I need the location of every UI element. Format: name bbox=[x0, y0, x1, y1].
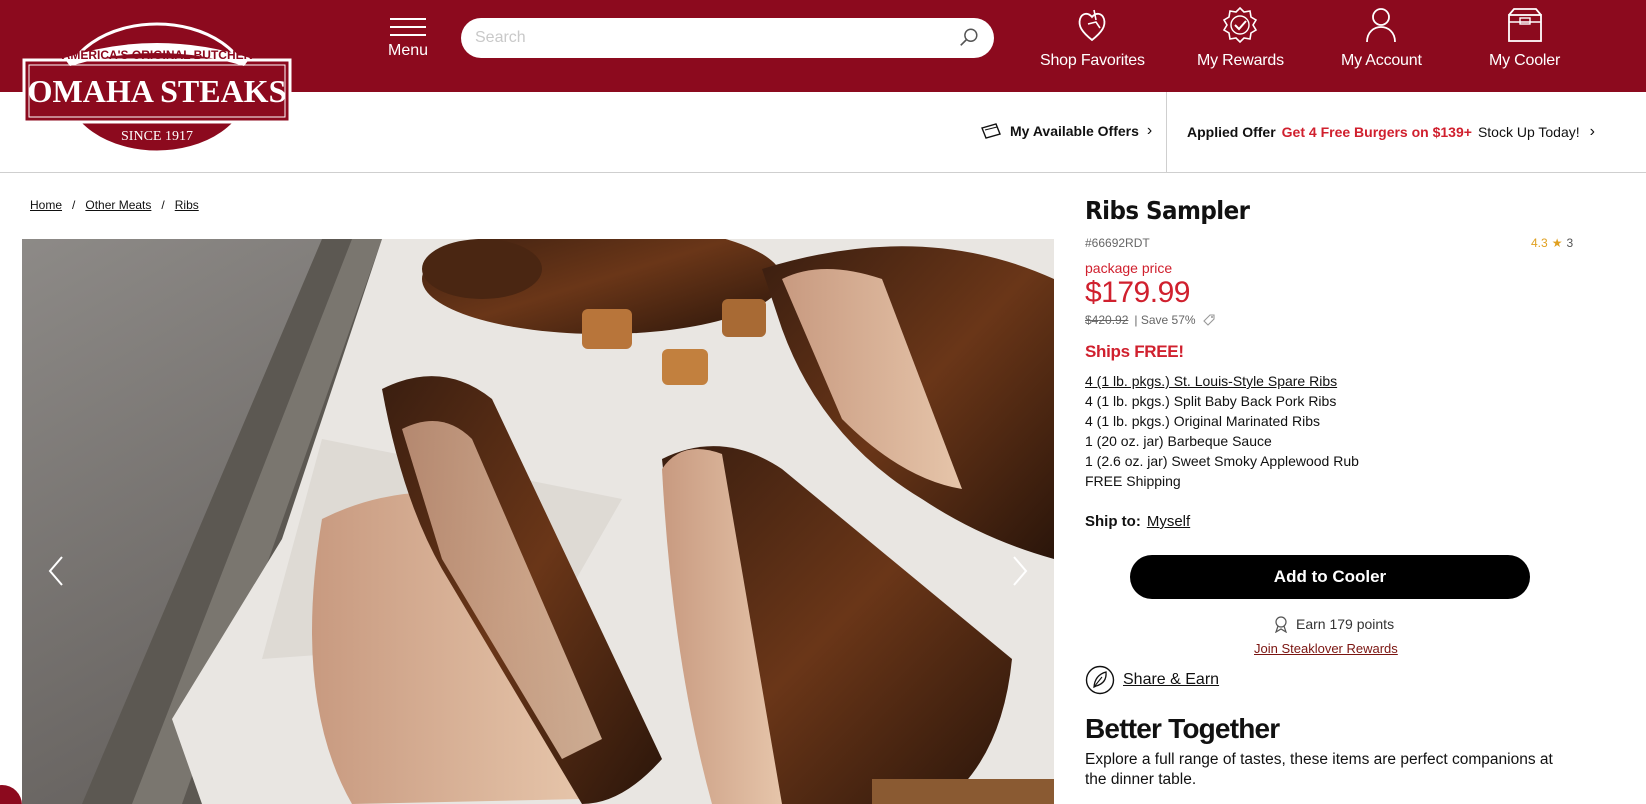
share-earn-label: Share & Earn bbox=[1123, 671, 1220, 688]
add-to-cooler-button[interactable]: Add to Cooler bbox=[1130, 555, 1530, 599]
coupon-icon bbox=[981, 123, 1001, 139]
package-price-label: package price bbox=[1085, 260, 1173, 276]
share-earn-link[interactable]: Share & Earn bbox=[1085, 665, 1219, 695]
logo-wordmark: OMAHA STEAKS bbox=[28, 73, 287, 109]
breadcrumb-separator: / bbox=[161, 198, 165, 212]
cooler-icon bbox=[1507, 8, 1542, 42]
contents-item: 1 (20 oz. jar) Barbeque Sauce bbox=[1085, 433, 1272, 449]
ship-to-label: Ship to: bbox=[1085, 513, 1141, 530]
chevron-right-icon: › bbox=[1146, 122, 1153, 139]
better-together-heading: Better Together bbox=[1085, 713, 1280, 744]
contents-item: 4 (1 lb. pkgs.) Original Marinated Ribs bbox=[1085, 413, 1320, 429]
ship-to-selector[interactable]: Myself bbox=[1147, 513, 1190, 530]
my-available-offers-link[interactable]: My Available Offers › bbox=[980, 122, 1152, 140]
shop-favorites-label: Shop Favorites bbox=[1040, 52, 1145, 69]
search-icon[interactable] bbox=[958, 27, 980, 49]
rating-score: 4.3 bbox=[1531, 236, 1548, 250]
product-title: Ribs Sampler bbox=[1085, 196, 1250, 225]
search-input[interactable] bbox=[475, 26, 945, 50]
rewards-badge-icon bbox=[1223, 6, 1258, 44]
contents-item: 1 (2.6 oz. jar) Sweet Smoky Applewood Ru… bbox=[1085, 453, 1359, 469]
my-account-button[interactable]: My Account bbox=[1341, 6, 1422, 70]
original-price: $420.92 bbox=[1085, 313, 1129, 327]
menu-label: Menu bbox=[387, 42, 429, 59]
product-image-carousel[interactable] bbox=[22, 239, 1054, 804]
ship-to-row: Ship to: Myself bbox=[1085, 513, 1190, 530]
breadcrumb-home[interactable]: Home bbox=[30, 198, 62, 212]
contents-item: 4 (1 lb. pkgs.) Split Baby Back Pork Rib… bbox=[1085, 393, 1337, 409]
applied-offer-link[interactable]: Applied Offer Get 4 Free Burgers on $139… bbox=[1187, 123, 1595, 141]
applied-offer-cta: Stock Up Today! bbox=[1477, 124, 1580, 140]
chat-bubble-button[interactable] bbox=[0, 785, 22, 804]
ships-free-label: Ships FREE! bbox=[1085, 342, 1184, 361]
info-tag-icon[interactable] bbox=[1202, 313, 1216, 327]
breadcrumb: Home / Other Meats / Ribs bbox=[30, 198, 199, 212]
package-contents-list: 4 (1 lb. pkgs.) St. Louis-Style Spare Ri… bbox=[1085, 371, 1359, 491]
earn-points-row: Earn 179 points bbox=[1272, 615, 1394, 633]
share-leaf-icon bbox=[1085, 665, 1115, 695]
product-sku: #66692RDT bbox=[1085, 236, 1150, 250]
earn-points-text: Earn 179 points bbox=[1296, 616, 1395, 632]
user-icon bbox=[1366, 8, 1397, 43]
review-count: 3 bbox=[1566, 236, 1574, 250]
contents-item[interactable]: 4 (1 lb. pkgs.) St. Louis-Style Spare Ri… bbox=[1085, 371, 1359, 391]
chevron-left-icon[interactable] bbox=[44, 551, 68, 591]
my-account-label: My Account bbox=[1341, 52, 1422, 69]
contents-item: FREE Shipping bbox=[1085, 473, 1181, 489]
original-price-row: $420.92 | Save 57% bbox=[1085, 313, 1216, 327]
ribs-product-photo bbox=[22, 239, 1054, 804]
breadcrumb-separator: / bbox=[72, 198, 76, 212]
my-available-offers-label: My Available Offers bbox=[1010, 123, 1139, 139]
shop-favorites-button[interactable]: Shop Favorites bbox=[1040, 6, 1145, 70]
applied-offer-deal: Get 4 Free Burgers on $139+ bbox=[1281, 124, 1472, 140]
logo-tagline: AMERICA'S ORIGINAL BUTCHER bbox=[62, 48, 253, 62]
omaha-steaks-logo[interactable]: AMERICA'S ORIGINAL BUTCHER OMAHA STEAKS … bbox=[22, 22, 292, 156]
applied-offer-label: Applied Offer bbox=[1187, 124, 1276, 140]
product-price: $179.99 bbox=[1085, 276, 1190, 309]
hamburger-icon bbox=[386, 18, 430, 36]
menu-button[interactable]: Menu bbox=[386, 12, 430, 60]
star-icon: ★ bbox=[1551, 236, 1563, 250]
my-cooler-button[interactable]: My Cooler bbox=[1489, 6, 1560, 70]
my-rewards-button[interactable]: My Rewards bbox=[1197, 6, 1284, 70]
breadcrumb-ribs[interactable]: Ribs bbox=[175, 198, 199, 212]
heart-hand-icon bbox=[1079, 9, 1106, 42]
my-rewards-label: My Rewards bbox=[1197, 52, 1284, 69]
logo-since: SINCE 1917 bbox=[121, 129, 193, 144]
my-cooler-label: My Cooler bbox=[1489, 52, 1561, 69]
breadcrumb-other-meats[interactable]: Other Meats bbox=[85, 198, 151, 212]
rewards-ribbon-icon bbox=[1275, 616, 1287, 633]
search-bar bbox=[461, 18, 994, 58]
product-rating[interactable]: 4.3 ★ 3 bbox=[1531, 236, 1573, 250]
better-together-description: Explore a full range of tastes, these it… bbox=[1085, 751, 1553, 788]
savings-text: | Save 57% bbox=[1134, 313, 1196, 327]
offer-divider bbox=[1166, 92, 1167, 173]
chevron-right-icon: › bbox=[1589, 123, 1595, 140]
chevron-right-icon[interactable] bbox=[1008, 551, 1032, 591]
join-rewards-link[interactable]: Join Steaklover Rewards bbox=[1254, 641, 1398, 656]
